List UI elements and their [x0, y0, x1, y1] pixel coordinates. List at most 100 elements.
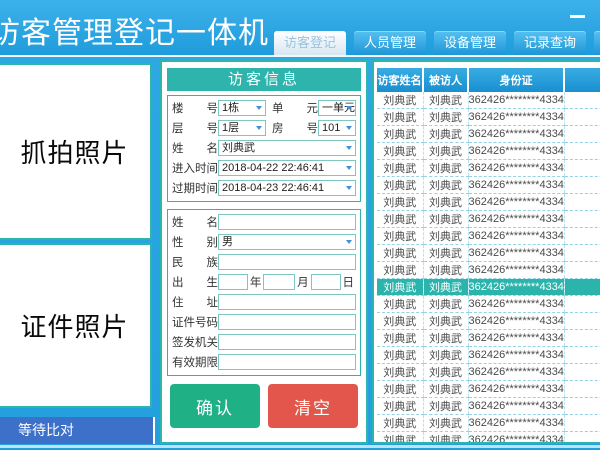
tab-3[interactable]: 记录查询: [514, 31, 586, 55]
unit-select[interactable]: 一单元: [318, 100, 356, 116]
table-cell: 刘典武: [377, 313, 423, 330]
table-row[interactable]: 刘典武刘典武362426********43342018-0: [377, 330, 600, 347]
building-label: 楼号: [172, 100, 218, 116]
table-row[interactable]: 刘典武刘典武362426********43342018-0: [377, 364, 600, 381]
column-header: 身份证: [468, 68, 564, 92]
records-panel: 访客姓名被访人身份证 刘典武刘典武362426********43342018-…: [372, 60, 600, 444]
id-number-input[interactable]: [218, 314, 356, 330]
table-row[interactable]: 刘典武刘典武362426********43342018-0: [377, 279, 600, 296]
table-row[interactable]: 刘典武刘典武362426********43342018-0: [377, 143, 600, 160]
chevron-down-icon: [346, 166, 352, 170]
table-cell: 刘典武: [423, 177, 468, 194]
floor-select[interactable]: 1层: [218, 120, 266, 136]
table-row[interactable]: 刘典武刘典武362426********43342018-0: [377, 432, 600, 445]
chevron-down-icon: [256, 106, 262, 110]
table-cell: 刘典武: [423, 194, 468, 211]
table-cell: 刘典武: [423, 347, 468, 364]
table-row[interactable]: 刘典武刘典武362426********43342018-0: [377, 160, 600, 177]
table-cell: 刘典武: [377, 92, 423, 109]
tab-1[interactable]: 人员管理: [354, 31, 426, 55]
table-row[interactable]: 刘典武刘典武362426********43342018-0: [377, 296, 600, 313]
app-window: 访客管理登记一体机 访客登记人员管理设备管理记录查询 抓拍照片 证件照片 等待比…: [0, 0, 600, 450]
table-cell: 2018-0: [564, 330, 600, 347]
minimize-button[interactable]: [568, 10, 588, 24]
entry-time-picker[interactable]: 2018-04-22 22:46:41: [218, 160, 356, 176]
gender-select[interactable]: 男: [218, 234, 356, 250]
confirm-button[interactable]: 确认: [170, 384, 260, 428]
idcard-fieldset: 姓名 性别 男 民族 出生 年 月 日: [167, 209, 361, 376]
table-row[interactable]: 刘典武刘典武362426********43342018-0: [377, 126, 600, 143]
table-row[interactable]: 刘典武刘典武362426********43342018-0: [377, 313, 600, 330]
table-row[interactable]: 刘典武刘典武362426********43342018-0: [377, 211, 600, 228]
visitor-name-select[interactable]: 刘典武: [218, 140, 356, 156]
table-row[interactable]: 刘典武刘典武362426********43342018-0: [377, 398, 600, 415]
table-cell: 刘典武: [423, 262, 468, 279]
table-cell: 2018-0: [564, 279, 600, 296]
table-row[interactable]: 刘典武刘典武362426********43342018-0: [377, 262, 600, 279]
table-cell: 362426********4334: [468, 262, 564, 279]
compare-status-bar: 等待比对: [0, 417, 155, 444]
tab-2[interactable]: 设备管理: [434, 31, 506, 55]
table-cell: 刘典武: [423, 160, 468, 177]
table-cell: 362426********4334: [468, 92, 564, 109]
table-cell: 2018-0: [564, 92, 600, 109]
table-cell: 362426********4334: [468, 109, 564, 126]
table-cell: 刘典武: [377, 262, 423, 279]
title-bar: 访客管理登记一体机 访客登记人员管理设备管理记录查询: [0, 0, 600, 57]
birth-year-input[interactable]: [218, 274, 248, 290]
validity-input[interactable]: [218, 354, 356, 370]
month-suffix: 月: [297, 274, 309, 290]
tab-0[interactable]: 访客登记: [274, 31, 346, 55]
table-row[interactable]: 刘典武刘典武362426********43342018-0: [377, 109, 600, 126]
table-row[interactable]: 刘典武刘典武362426********43342018-0: [377, 415, 600, 432]
table-row[interactable]: 刘典武刘典武362426********43342018-0: [377, 347, 600, 364]
ethnicity-input[interactable]: [218, 254, 356, 270]
address-input[interactable]: [218, 294, 356, 310]
expire-time-picker[interactable]: 2018-04-23 22:46:41: [218, 180, 356, 196]
table-cell: 刘典武: [423, 432, 468, 445]
chevron-down-icon: [346, 186, 352, 190]
table-row[interactable]: 刘典武刘典武362426********43342018-0: [377, 194, 600, 211]
table-cell: 刘典武: [377, 143, 423, 160]
app-title: 访客管理登记一体机: [0, 8, 269, 52]
chevron-down-icon: [256, 126, 262, 130]
gender-value: 男: [222, 236, 233, 248]
table-cell: 刘典武: [423, 126, 468, 143]
visitor-info-panel: 访客信息 楼号 1栋 单元 一单元 层号 1层 房号: [160, 60, 368, 444]
table-row[interactable]: 刘典武刘典武362426********43342018-0: [377, 177, 600, 194]
gender-label: 性别: [172, 234, 218, 250]
building-value: 1栋: [222, 102, 239, 114]
table-cell: 刘典武: [377, 432, 423, 445]
id-name-label: 姓名: [172, 214, 218, 230]
birth-day-input[interactable]: [311, 274, 341, 290]
table-cell: 2018-0: [564, 143, 600, 160]
chevron-down-icon: [346, 106, 352, 110]
issuing-authority-input[interactable]: [218, 334, 356, 350]
id-name-input[interactable]: [218, 214, 356, 230]
table-cell: 362426********4334: [468, 330, 564, 347]
ethnicity-label: 民族: [172, 254, 218, 270]
table-row[interactable]: 刘典武刘典武362426********43342018-0: [377, 381, 600, 398]
table-cell: 2018-0: [564, 126, 600, 143]
table-cell: 刘典武: [377, 398, 423, 415]
birth-month-input[interactable]: [263, 274, 295, 290]
table-cell: 刘典武: [423, 313, 468, 330]
expire-time-value: 2018-04-23 22:46:41: [222, 182, 324, 194]
room-label: 房号: [272, 120, 318, 136]
tab-partial[interactable]: [594, 31, 600, 55]
building-select[interactable]: 1栋: [218, 100, 266, 116]
room-select[interactable]: 101: [318, 120, 356, 136]
table-row[interactable]: 刘典武刘典武362426********43342018-0: [377, 228, 600, 245]
clear-button[interactable]: 清空: [268, 384, 358, 428]
table-cell: 362426********4334: [468, 126, 564, 143]
floor-value: 1层: [222, 122, 239, 134]
year-suffix: 年: [250, 274, 262, 290]
table-cell: 刘典武: [423, 364, 468, 381]
entry-time-value: 2018-04-22 22:46:41: [222, 162, 324, 174]
table-cell: 刘典武: [377, 177, 423, 194]
table-row[interactable]: 刘典武刘典武362426********43342018-0: [377, 92, 600, 109]
table-cell: 2018-0: [564, 313, 600, 330]
table-cell: 2018-0: [564, 347, 600, 364]
table-row[interactable]: 刘典武刘典武362426********43342018-0: [377, 245, 600, 262]
floor-label: 层号: [172, 120, 218, 136]
